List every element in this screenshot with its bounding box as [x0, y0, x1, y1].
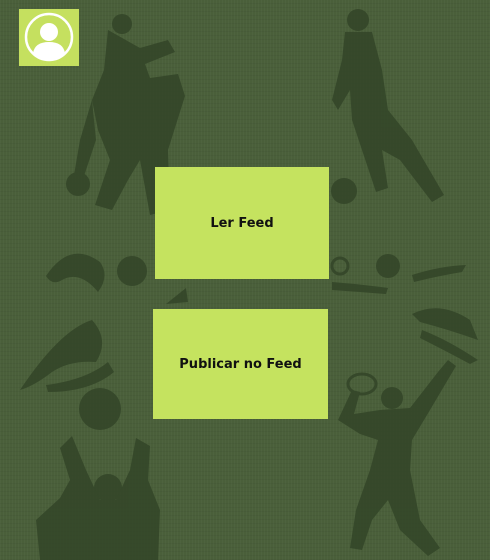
- swoosh-silhouette: [46, 253, 105, 292]
- user-avatar-icon: [24, 12, 74, 62]
- ball-silhouette: [376, 254, 400, 278]
- profile-avatar-button[interactable]: [19, 9, 79, 66]
- sports-silhouettes-background: [20, 9, 478, 560]
- read-feed-button[interactable]: Ler Feed: [155, 167, 329, 279]
- bat-silhouette: [412, 265, 466, 282]
- arrow-silhouette: [412, 308, 478, 340]
- publish-feed-button[interactable]: Publicar no Feed: [153, 309, 328, 419]
- ball-silhouette: [117, 256, 147, 286]
- football-player-silhouette: [331, 9, 444, 204]
- swoosh-silhouette: [20, 320, 103, 390]
- volleyball-player-silhouette: [36, 436, 160, 560]
- ball-silhouette: [79, 388, 121, 430]
- tennis-player-silhouette: [338, 360, 456, 556]
- hockey-stick-silhouette: [332, 282, 388, 294]
